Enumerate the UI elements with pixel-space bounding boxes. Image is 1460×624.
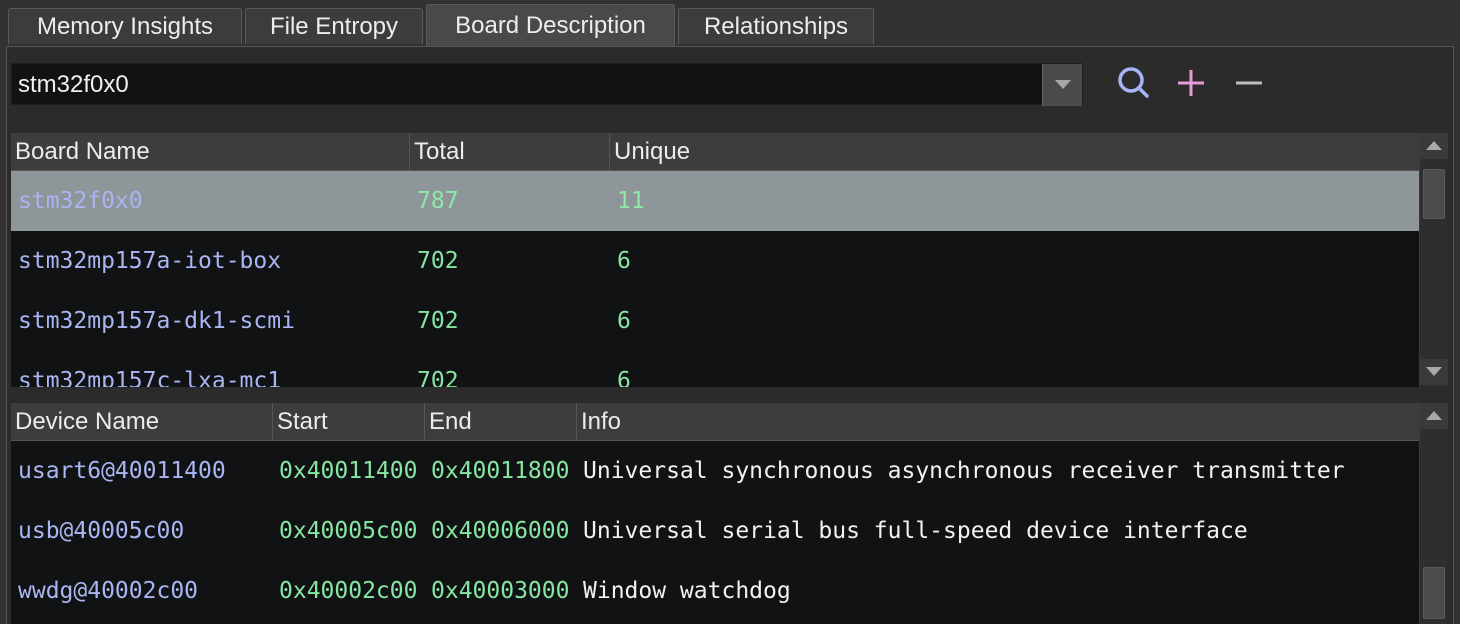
tab-file-entropy[interactable]: File Entropy — [245, 8, 423, 44]
minus-icon — [1236, 81, 1262, 85]
tab-relationships[interactable]: Relationships — [678, 8, 874, 44]
unique-cell: 6 — [617, 368, 631, 387]
column-header-end[interactable]: End — [425, 403, 577, 441]
tab-memory-insights[interactable]: Memory Insights — [8, 8, 242, 44]
table-row[interactable]: stm32mp157c-lxa-mc1 702 6 — [11, 351, 1427, 387]
total-cell: 702 — [417, 308, 459, 334]
device-name-cell: wwdg@40002c00 — [18, 578, 199, 604]
scroll-thumb[interactable] — [1423, 567, 1445, 619]
scroll-thumb[interactable] — [1423, 169, 1445, 219]
board-name-cell: stm32f0x0 — [18, 188, 143, 214]
tab-board-description[interactable]: Board Description — [426, 4, 675, 46]
search-icon — [1118, 67, 1149, 98]
column-header-info[interactable]: Info — [577, 403, 1427, 441]
table-row[interactable]: usb@40005c00 0x40005c00 0x40006000 Unive… — [11, 501, 1427, 561]
boards-table: Board Name Total Unique stm32f0x0 787 11… — [11, 133, 1427, 387]
boards-table-header: Board Name Total Unique — [11, 133, 1427, 171]
arrow-up-icon — [1426, 141, 1442, 150]
arrow-up-icon — [1426, 411, 1442, 420]
unique-cell: 11 — [617, 188, 645, 214]
arrow-down-icon — [1426, 367, 1442, 376]
start-cell: 0x40005c00 — [279, 518, 418, 544]
end-cell: 0x40006000 — [431, 518, 570, 544]
total-cell: 787 — [417, 188, 459, 214]
boards-table-scrollbar[interactable] — [1419, 133, 1448, 387]
device-name-cell: usart6@40011400 — [18, 458, 226, 484]
scroll-up-button[interactable] — [1420, 133, 1448, 159]
board-select[interactable]: stm32f0x0 — [11, 63, 1083, 106]
column-header-unique[interactable]: Unique — [610, 133, 1427, 171]
table-row[interactable]: wwdg@40002c00 0x40002c00 0x40003000 Wind… — [11, 561, 1427, 621]
unique-cell: 6 — [617, 308, 631, 334]
end-cell: 0x40003000 — [431, 578, 570, 604]
board-description-panel: stm32f0x0 Board Name Total Unique stm32f… — [6, 46, 1454, 624]
board-name-cell: stm32mp157c-lxa-mc1 — [18, 368, 282, 387]
end-cell: 0x40011800 — [431, 458, 570, 484]
plus-icon — [1178, 70, 1204, 96]
start-cell: 0x40011400 — [279, 458, 418, 484]
column-header-device-name[interactable]: Device Name — [11, 403, 273, 441]
scroll-down-button[interactable] — [1420, 359, 1448, 385]
devices-table: Device Name Start End Info usart6@400114… — [11, 403, 1427, 624]
column-header-start[interactable]: Start — [273, 403, 425, 441]
scroll-up-button[interactable] — [1420, 403, 1448, 429]
remove-board-button[interactable] — [1229, 63, 1269, 103]
column-header-board-name[interactable]: Board Name — [11, 133, 410, 171]
board-name-cell: stm32mp157a-iot-box — [18, 248, 282, 274]
total-cell: 702 — [417, 248, 459, 274]
devices-table-scrollbar[interactable] — [1419, 403, 1448, 624]
table-row[interactable]: stm32mp157a-dk1-scmi 702 6 — [11, 291, 1427, 351]
total-cell: 702 — [417, 368, 459, 387]
board-select-dropdown-button[interactable] — [1042, 64, 1082, 106]
info-cell: Universal serial bus full-speed device i… — [583, 518, 1248, 544]
board-name-cell: stm32mp157a-dk1-scmi — [18, 308, 295, 334]
table-row[interactable]: usart6@40011400 0x40011400 0x40011800 Un… — [11, 441, 1427, 501]
search-button[interactable] — [1113, 63, 1153, 103]
tab-bar: Memory Insights File Entropy Board Descr… — [0, 0, 1460, 46]
unique-cell: 6 — [617, 248, 631, 274]
table-row[interactable]: stm32f0x0 787 11 — [11, 171, 1427, 231]
start-cell: 0x40002c00 — [279, 578, 418, 604]
column-header-total[interactable]: Total — [410, 133, 610, 171]
devices-table-header: Device Name Start End Info — [11, 403, 1427, 441]
info-cell: Universal synchronous asynchronous recei… — [583, 458, 1345, 484]
device-name-cell: usb@40005c00 — [18, 518, 185, 544]
board-select-value: stm32f0x0 — [18, 71, 129, 98]
add-board-button[interactable] — [1171, 63, 1211, 103]
chevron-down-icon — [1055, 80, 1071, 89]
table-row[interactable]: stm32mp157a-iot-box 702 6 — [11, 231, 1427, 291]
info-cell: Window watchdog — [583, 578, 791, 604]
